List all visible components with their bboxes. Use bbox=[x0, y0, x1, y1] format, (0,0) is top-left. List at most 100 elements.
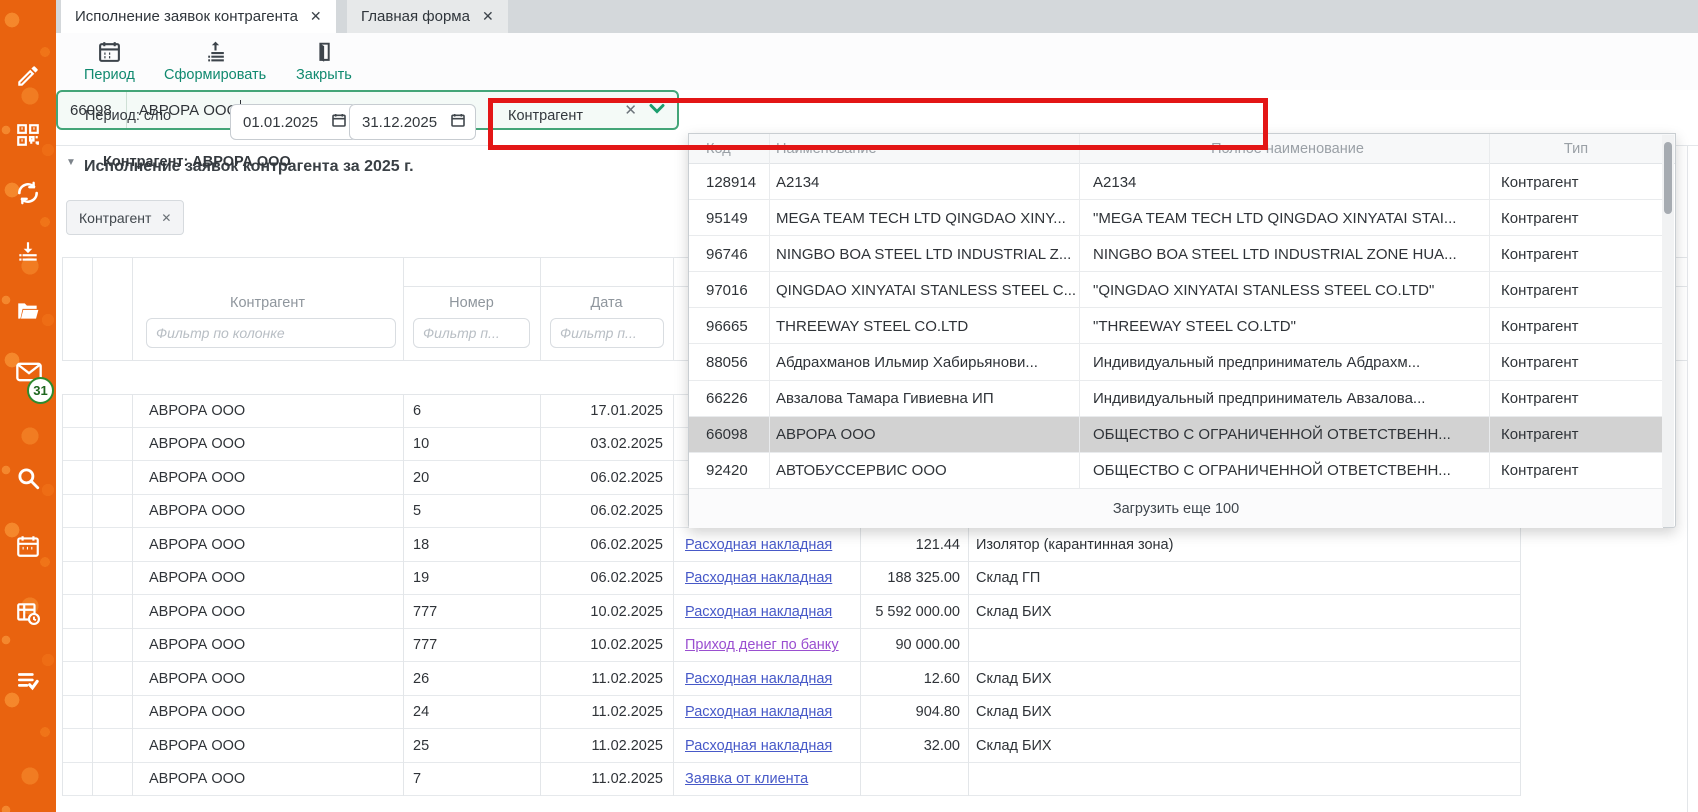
dropdown-cell-full: NINGBO BOA STEEL LTD INDUSTRIAL ZONE HUA… bbox=[1093, 236, 1489, 272]
table-cell-warehouse: Склад ГП bbox=[968, 562, 1514, 596]
document-link[interactable]: Расходная накладная bbox=[685, 671, 832, 687]
table-cell-date: 10.02.2025 bbox=[540, 629, 673, 663]
calendar-icon[interactable] bbox=[331, 112, 347, 133]
period-label: Период: с/по bbox=[85, 108, 171, 124]
schedule-table-icon[interactable] bbox=[15, 600, 41, 626]
column-header-date[interactable]: Дата bbox=[540, 295, 673, 311]
column-header-counterparty[interactable]: Контрагент bbox=[132, 295, 403, 311]
button-label: Сформировать bbox=[164, 67, 266, 83]
tab-close-icon[interactable]: ✕ bbox=[310, 8, 322, 25]
dropdown-row[interactable]: 92420АВТОБУССЕРВИС ООООБЩЕСТВО С ОГРАНИЧ… bbox=[689, 453, 1663, 489]
dropdown-cell-code: 95149 bbox=[706, 200, 761, 236]
task-list-icon[interactable] bbox=[15, 668, 41, 694]
table-cell-counterparty: АВРОРА ООО bbox=[132, 495, 403, 529]
generate-report-icon bbox=[203, 39, 228, 64]
dropdown-cell-full: ОБЩЕСТВО С ОГРАНИЧЕННОЙ ОТВЕТСТВЕНН... bbox=[1093, 453, 1489, 489]
chip-remove-icon[interactable]: ✕ bbox=[161, 211, 171, 225]
tab-close-icon[interactable]: ✕ bbox=[482, 8, 494, 25]
table-row[interactable]: АВРОРА ООО1906.02.2025Расходная накладна… bbox=[62, 562, 1520, 596]
table-cell-number: 6 bbox=[403, 394, 540, 428]
table-row[interactable]: АВРОРА ООО2611.02.2025Расходная накладна… bbox=[62, 662, 1520, 696]
table-cell-number: 18 bbox=[403, 528, 540, 562]
dropdown-row[interactable]: 97016QINGDAO XINYATAI STANLESS STEEL C..… bbox=[689, 272, 1663, 308]
document-link[interactable]: Расходная накладная bbox=[685, 537, 832, 553]
document-link[interactable]: Расходная накладная bbox=[685, 738, 832, 754]
calendar-icon[interactable] bbox=[450, 112, 466, 133]
collapse-triangle-icon[interactable]: ▼ bbox=[66, 157, 76, 168]
dropdown-cell-name: QINGDAO XINYATAI STANLESS STEEL C... bbox=[776, 272, 1076, 308]
table-cell-warehouse: Склад БИХ bbox=[968, 696, 1514, 730]
table-row[interactable]: АВРОРА ООО77710.02.2025Расходная накладн… bbox=[62, 595, 1520, 629]
table-row[interactable]: АВРОРА ООО1806.02.2025Расходная накладна… bbox=[62, 528, 1520, 562]
table-cell-date: 06.02.2025 bbox=[540, 528, 673, 562]
dropdown-cell-full: Индивидуальный предприниматель Абдрахм..… bbox=[1093, 345, 1489, 381]
dropdown-cell-full: A2134 bbox=[1093, 164, 1489, 200]
table-cell-doc: Расходная накладная bbox=[673, 528, 860, 562]
table-cell-date: 06.02.2025 bbox=[540, 562, 673, 596]
table-row[interactable]: АВРОРА ООО77710.02.2025Приход денег по б… bbox=[62, 629, 1520, 663]
gridline bbox=[673, 257, 674, 360]
gridline bbox=[62, 394, 63, 796]
column-header-number[interactable]: Номер bbox=[403, 295, 540, 311]
dropdown-row[interactable]: 95149MEGA TEAM TECH LTD QINGDAO XINY..."… bbox=[689, 200, 1663, 236]
gridline bbox=[403, 257, 404, 360]
gridline bbox=[92, 257, 93, 360]
pencil-icon[interactable] bbox=[15, 63, 41, 89]
dropdown-scrollbar[interactable] bbox=[1662, 135, 1674, 527]
document-link[interactable]: Приход денег по банку bbox=[685, 637, 839, 653]
mail-unread-badge: 31 bbox=[27, 377, 54, 404]
table-row[interactable]: АВРОРА ООО711.02.2025Заявка от клиента bbox=[62, 763, 1520, 797]
generate-button[interactable]: Сформировать bbox=[164, 39, 266, 83]
dropdown-cell-full: "QINGDAO XINYATAI STANLESS STEEL CO.LTD" bbox=[1093, 272, 1489, 308]
document-link[interactable]: Расходная накладная bbox=[685, 604, 832, 620]
table-cell-counterparty: АВРОРА ООО bbox=[132, 729, 403, 763]
dropdown-row[interactable]: 88056Абдрахманов Ильмир Хабирьянови...Ин… bbox=[689, 345, 1663, 381]
table-cell-counterparty: АВРОРА ООО bbox=[132, 763, 403, 797]
tab-glavnaya-forma[interactable]: Главная форма ✕ bbox=[347, 0, 508, 33]
filter-input-date[interactable]: Фильтр п... bbox=[550, 318, 664, 348]
table-cell-amount: 121.44 bbox=[860, 528, 968, 562]
close-button[interactable]: Закрыть bbox=[296, 39, 352, 83]
filter-input-counterparty[interactable]: Фильтр по колонке bbox=[146, 318, 396, 348]
export-down-icon[interactable] bbox=[15, 239, 41, 265]
sync-icon[interactable] bbox=[15, 180, 41, 206]
document-link[interactable]: Заявка от клиента bbox=[685, 771, 808, 787]
folder-icon[interactable] bbox=[15, 298, 41, 324]
filter-placeholder: Фильтр п... bbox=[560, 325, 637, 341]
chevron-down-icon[interactable] bbox=[649, 101, 677, 119]
gridline bbox=[62, 257, 63, 360]
table-cell-number: 777 bbox=[403, 595, 540, 629]
filter-input-number[interactable]: Фильтр п... bbox=[413, 318, 530, 348]
qr-code-icon[interactable] bbox=[15, 122, 41, 148]
period-button[interactable]: Период bbox=[84, 39, 135, 83]
table-cell-number: 20 bbox=[403, 461, 540, 495]
dropdown-cell-code: 96665 bbox=[706, 308, 761, 344]
document-link[interactable]: Расходная накладная bbox=[685, 704, 832, 720]
dropdown-row[interactable]: 66226Авзалова Тамара Гивиевна ИПИндивиду… bbox=[689, 381, 1663, 417]
date-to-input[interactable]: 31.12.2025 bbox=[349, 104, 476, 140]
date-to-value: 31.12.2025 bbox=[350, 114, 450, 131]
group-label: Контрагент: АВРОРА ООО bbox=[103, 154, 291, 170]
gridline bbox=[540, 394, 541, 796]
dropdown-row[interactable]: 96665THREEWAY STEEL CO.LTD"THREEWAY STEE… bbox=[689, 308, 1663, 344]
dropdown-row[interactable]: 128914A2134A2134Контрагент bbox=[689, 164, 1663, 200]
table-cell-date: 11.02.2025 bbox=[540, 662, 673, 696]
dropdown-row[interactable]: 66098АВРОРА ООООБЩЕСТВО С ОГРАНИЧЕННОЙ О… bbox=[689, 417, 1663, 453]
dropdown-col-code: Код bbox=[706, 134, 766, 164]
load-more-button[interactable]: Загрузить еще 100 bbox=[689, 489, 1663, 528]
counterparty-filter-chip[interactable]: Контрагент ✕ bbox=[66, 200, 184, 235]
table-cell-warehouse: Изолятор (карантинная зона) bbox=[968, 528, 1514, 562]
document-link[interactable]: Расходная накладная bbox=[685, 570, 832, 586]
table-cell-doc: Приход денег по банку bbox=[673, 629, 860, 663]
scrollbar-thumb[interactable] bbox=[1664, 142, 1672, 214]
search-icon[interactable] bbox=[15, 465, 41, 491]
dropdown-row[interactable]: 96746NINGBO BOA STEEL LTD INDUSTRIAL Z..… bbox=[689, 236, 1663, 272]
calendar-icon[interactable] bbox=[15, 533, 41, 559]
clear-icon[interactable]: ✕ bbox=[612, 101, 649, 119]
table-row[interactable]: АВРОРА ООО2511.02.2025Расходная накладна… bbox=[62, 729, 1520, 763]
tab-ispolnenie-zayavok[interactable]: Исполнение заявок контрагента ✕ bbox=[61, 0, 336, 33]
date-from-input[interactable]: 01.01.2025 bbox=[230, 104, 357, 140]
table-cell-number: 7 bbox=[403, 763, 540, 797]
table-row[interactable]: АВРОРА ООО2411.02.2025Расходная накладна… bbox=[62, 696, 1520, 730]
table-cell-amount: 32.00 bbox=[860, 729, 968, 763]
